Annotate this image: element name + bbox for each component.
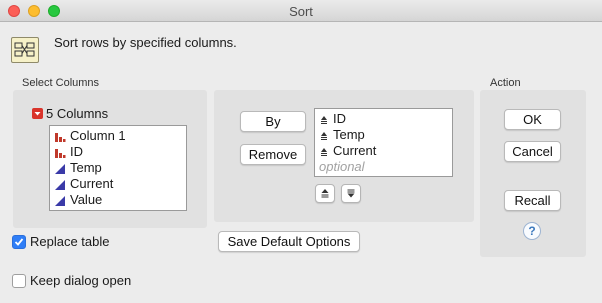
cancel-button[interactable]: Cancel (504, 141, 561, 162)
sort-item-temp[interactable]: Temp (319, 127, 365, 143)
sort-placeholder: optional (319, 159, 365, 174)
column-name: Column 1 (70, 128, 126, 143)
sort-item-id[interactable]: ID (319, 111, 346, 127)
column-item-column1[interactable]: Column 1 (54, 128, 126, 144)
continuous-column-icon (55, 195, 65, 206)
header-text: Sort rows by specified columns. (54, 35, 237, 50)
column-name: ID (70, 144, 83, 159)
disclosure-triangle-icon (34, 112, 41, 116)
select-columns-label: Select Columns (22, 77, 100, 89)
ok-button[interactable]: OK (504, 109, 561, 130)
by-button[interactable]: By (240, 111, 306, 132)
ascending-icon (321, 131, 327, 140)
keep-dialog-open-checkbox[interactable] (12, 274, 26, 288)
sort-item-label: ID (333, 111, 346, 126)
column-name: Current (70, 176, 114, 191)
help-icon[interactable]: ? (523, 222, 541, 240)
sort-item-label: Temp (333, 127, 365, 142)
sort-by-list[interactable]: ID Temp Current optional (314, 108, 453, 177)
save-default-options-button[interactable]: Save Default Options (218, 231, 360, 252)
continuous-column-icon (55, 163, 65, 174)
column-name: Value (70, 192, 103, 207)
sort-item-current[interactable]: Current (319, 143, 376, 159)
column-item-id[interactable]: ID (54, 144, 83, 160)
column-count-label: 5 Columns (46, 106, 109, 121)
sort-item-label: Current (333, 143, 377, 158)
keep-dialog-open-label[interactable]: Keep dialog open (30, 273, 131, 288)
ascending-icon (321, 147, 327, 156)
descending-icon (347, 189, 355, 198)
sort-ascending-button[interactable] (315, 184, 335, 203)
ascending-icon (321, 115, 327, 124)
remove-button[interactable]: Remove (240, 144, 306, 165)
column-item-current[interactable]: Current (54, 176, 113, 192)
sort-descending-button[interactable] (341, 184, 361, 203)
column-item-temp[interactable]: Temp (54, 160, 102, 176)
column-list[interactable]: Column 1 ID Temp Current Value (49, 125, 187, 211)
replace-table-checkbox[interactable] (12, 235, 26, 249)
ascending-icon (321, 189, 329, 198)
title-bar: Sort (0, 0, 602, 22)
recall-button[interactable]: Recall (504, 190, 561, 211)
column-name: Temp (70, 160, 102, 175)
sort-icon (11, 37, 39, 63)
nominal-column-icon (55, 132, 66, 142)
checkmark-icon (14, 238, 24, 246)
replace-table-label[interactable]: Replace table (30, 234, 110, 249)
nominal-column-icon (55, 148, 66, 158)
action-label: Action (490, 77, 521, 89)
continuous-column-icon (55, 179, 65, 190)
window-title: Sort (289, 4, 313, 19)
column-item-value[interactable]: Value (54, 192, 102, 208)
column-list-menu-button[interactable] (32, 108, 43, 119)
